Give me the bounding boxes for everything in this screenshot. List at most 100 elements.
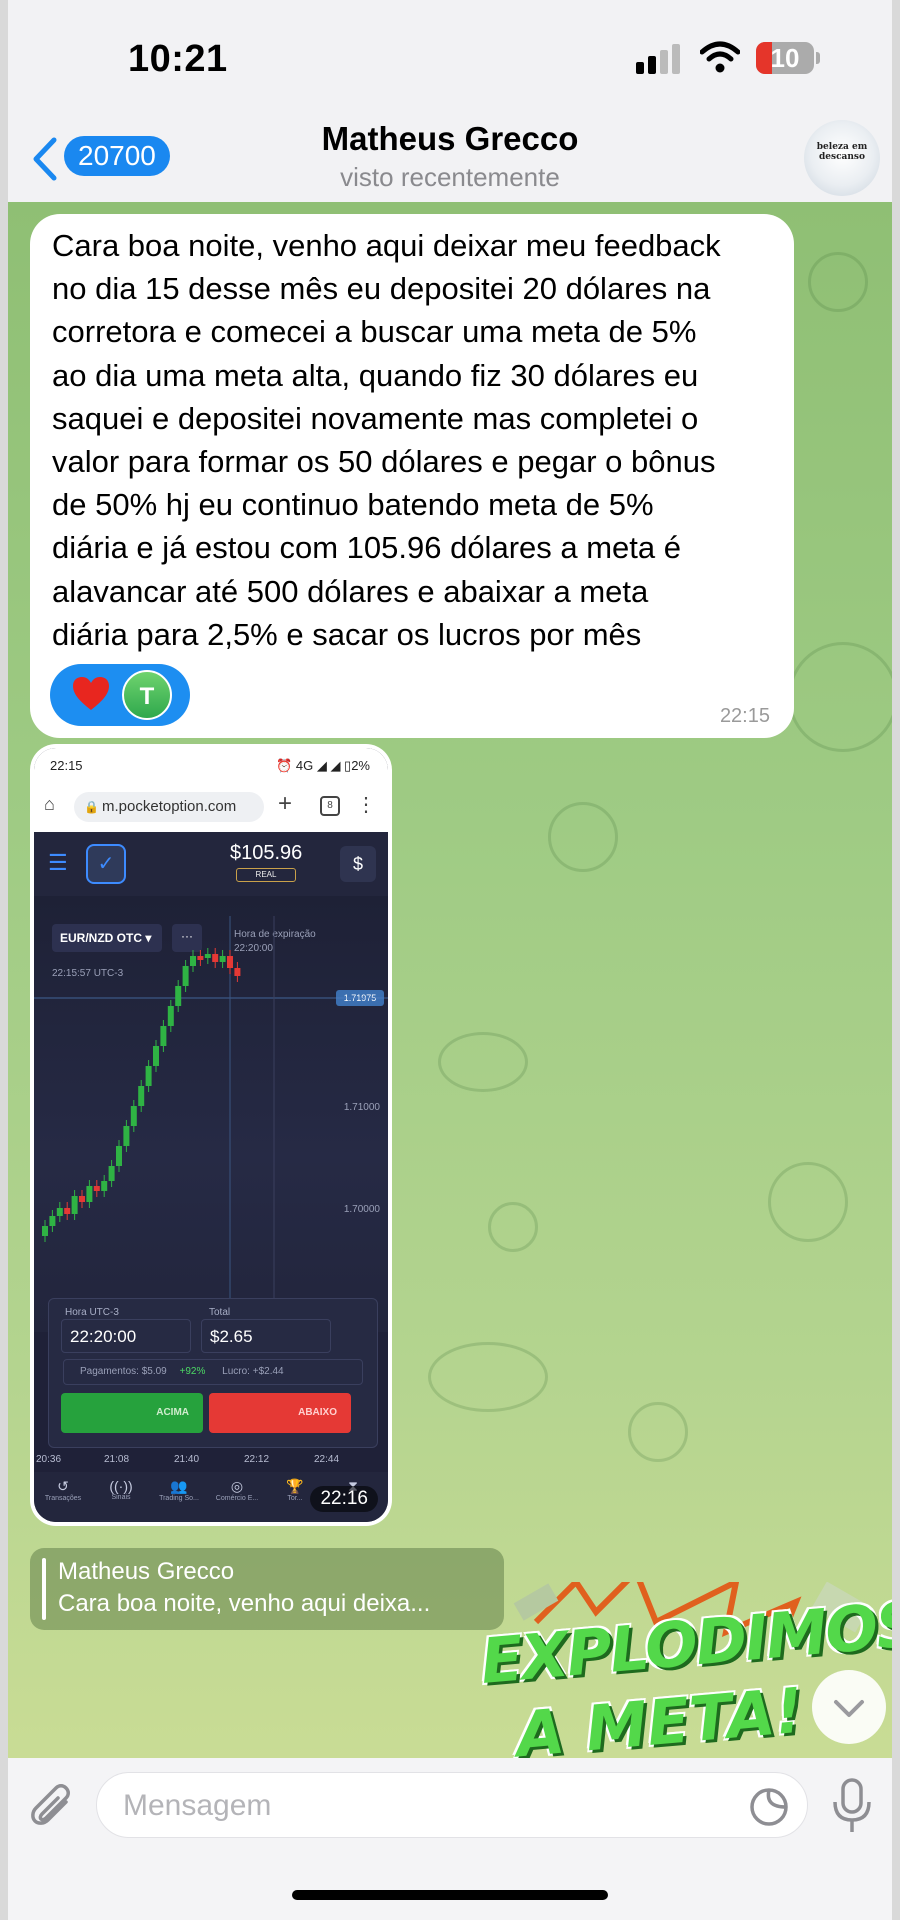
- amount-field: $2.65: [201, 1319, 331, 1353]
- candle: [234, 968, 241, 976]
- trading-app-bar: ☰ ✓ $105.96 REAL $: [34, 832, 388, 896]
- battery-icon: 10: [756, 42, 814, 74]
- payout-amount: Pagamentos: $5.09: [80, 1366, 167, 1377]
- wifi-icon: [700, 41, 740, 73]
- chat-header: 20700 Matheus Grecco visto recentemente …: [8, 112, 892, 202]
- candle: [101, 1181, 108, 1191]
- candle: [175, 986, 182, 1006]
- candle: [93, 1186, 100, 1191]
- users-icon: 👥: [170, 1478, 188, 1494]
- axis-time: 21:40: [174, 1454, 200, 1465]
- url-text: m.pocketoption.com: [102, 798, 237, 815]
- last-seen-status: visto recentemente: [340, 162, 560, 192]
- candle: [42, 1226, 48, 1236]
- battery-tip: [816, 52, 820, 64]
- reply-accent-bar: [42, 1558, 46, 1620]
- check-icon: ✓: [86, 844, 126, 884]
- microphone-icon[interactable]: [830, 1778, 874, 1834]
- candle: [227, 956, 233, 968]
- avatar-text: beleza em descanso: [816, 142, 868, 162]
- axis-time: 22:44: [314, 1454, 340, 1465]
- screenshot-status-icons: ⏰ 4G ◢ ◢ ▯2%: [276, 758, 370, 773]
- time-label: Hora UTC-3: [65, 1307, 119, 1318]
- photo-message[interactable]: 22:15 ⏰ 4G ◢ ◢ ▯2% ⌂ 🔒 m.pocketoption.co…: [30, 744, 392, 1526]
- telegram-chat-screen: 10:21 10 20700 Matheus Grecco visto rece…: [8, 0, 892, 1920]
- chat-title[interactable]: Matheus Grecco: [8, 120, 892, 158]
- account-balance: $105.96: [230, 842, 303, 864]
- heart-reaction-icon: [73, 677, 109, 710]
- battery-level: 10: [770, 43, 800, 73]
- candle: [108, 1166, 115, 1181]
- candle: [138, 1086, 145, 1106]
- candlestick-series: [34, 916, 388, 1332]
- background-doodle: [628, 1402, 688, 1462]
- candle: [130, 1106, 137, 1126]
- candle: [212, 954, 219, 962]
- deposit-button: $: [340, 846, 376, 882]
- scroll-to-bottom-button[interactable]: [812, 1670, 886, 1744]
- payout-info: Pagamentos: $5.09 +92% Lucro: +$2.44: [63, 1359, 363, 1385]
- reply-snippet: Cara boa noite, venho aqui deixa...: [58, 1590, 431, 1617]
- tab-comercio: ◎ Comércio E...: [208, 1478, 266, 1502]
- profit-amount: Lucro: +$2.44: [222, 1366, 284, 1377]
- home-icon: ⌂: [44, 794, 55, 814]
- reply-preview[interactable]: Matheus Grecco Cara boa noite, venho aqu…: [30, 1548, 504, 1630]
- candle: [197, 956, 204, 960]
- candle: [64, 1208, 71, 1214]
- expiry-time-field: 22:20:00: [61, 1319, 191, 1353]
- home-indicator: [292, 1890, 608, 1900]
- status-bar: 10:21 10: [8, 0, 892, 112]
- new-tab-icon: +: [278, 790, 293, 817]
- candle: [145, 1066, 152, 1086]
- candle: [86, 1186, 93, 1202]
- background-doodle: [768, 1162, 848, 1242]
- candle: [190, 956, 196, 966]
- browser-menu-icon: ⋮: [356, 794, 376, 816]
- candle: [219, 956, 226, 962]
- paperclip-icon[interactable]: [28, 1782, 80, 1834]
- total-label: Total: [209, 1307, 231, 1318]
- tab-sinais: ((·)) Sinais: [92, 1478, 150, 1501]
- trade-panel: Hora UTC-3 22:20:00 Total $2.65 Pagament…: [48, 1298, 378, 1448]
- candle: [123, 1126, 130, 1146]
- candle: [79, 1196, 85, 1202]
- time-axis: 20:36 21:08 21:40 22:12 22:44: [34, 1454, 388, 1472]
- chat-area[interactable]: Cara boa noite, venho aqui deixar meu fe…: [8, 202, 892, 1758]
- contact-avatar[interactable]: beleza em descanso: [804, 120, 880, 196]
- price-chart: EUR/NZD OTC ▾ ··· 22:15:57 UTC-3 Hora de…: [34, 896, 388, 1332]
- message-input-bar: [8, 1758, 892, 1920]
- background-doodle: [438, 1032, 528, 1092]
- hamburger-icon: ☰: [48, 850, 68, 875]
- message-input[interactable]: [123, 1781, 703, 1831]
- axis-time: 20:36: [36, 1454, 62, 1465]
- message-input-wrapper[interactable]: [96, 1772, 808, 1838]
- candle: [116, 1146, 122, 1166]
- payout-percent: +92%: [179, 1366, 206, 1377]
- chevron-down-icon: [834, 1700, 864, 1717]
- sticker-icon[interactable]: [749, 1787, 789, 1827]
- cellular-signal-icon: [636, 44, 684, 74]
- candle: [56, 1208, 63, 1216]
- photo-time: 22:16: [310, 1486, 378, 1512]
- reaction-user-avatar: T: [122, 670, 172, 720]
- reply-author: Matheus Grecco: [58, 1558, 235, 1585]
- background-doodle: [788, 642, 892, 752]
- tab-transacoes: ↺ Transações: [34, 1478, 92, 1502]
- tab-trading-social: 👥 Trading So...: [150, 1478, 208, 1502]
- signals-icon: ((·)): [109, 1478, 133, 1494]
- background-doodle: [488, 1202, 538, 1252]
- screenshot-time: 22:15: [50, 758, 83, 773]
- message-text: Cara boa noite, venho aqui deixar meu fe…: [52, 228, 721, 652]
- status-time: 10:21: [128, 38, 228, 80]
- target-icon: ◎: [230, 1478, 244, 1494]
- trading-screenshot: 22:15 ⏰ 4G ◢ ◢ ▯2% ⌂ 🔒 m.pocketoption.co…: [34, 748, 388, 1522]
- sell-down-button: ABAIXO: [209, 1393, 351, 1433]
- background-doodle: [548, 802, 618, 872]
- tabs-count: 8: [320, 796, 340, 816]
- background-doodle: [428, 1342, 548, 1412]
- message-bubble[interactable]: Cara boa noite, venho aqui deixar meu fe…: [30, 214, 794, 738]
- axis-time: 22:12: [244, 1454, 270, 1465]
- candle: [153, 1046, 159, 1066]
- reactions-pill[interactable]: T: [50, 664, 190, 726]
- message-time: 22:15: [719, 705, 770, 727]
